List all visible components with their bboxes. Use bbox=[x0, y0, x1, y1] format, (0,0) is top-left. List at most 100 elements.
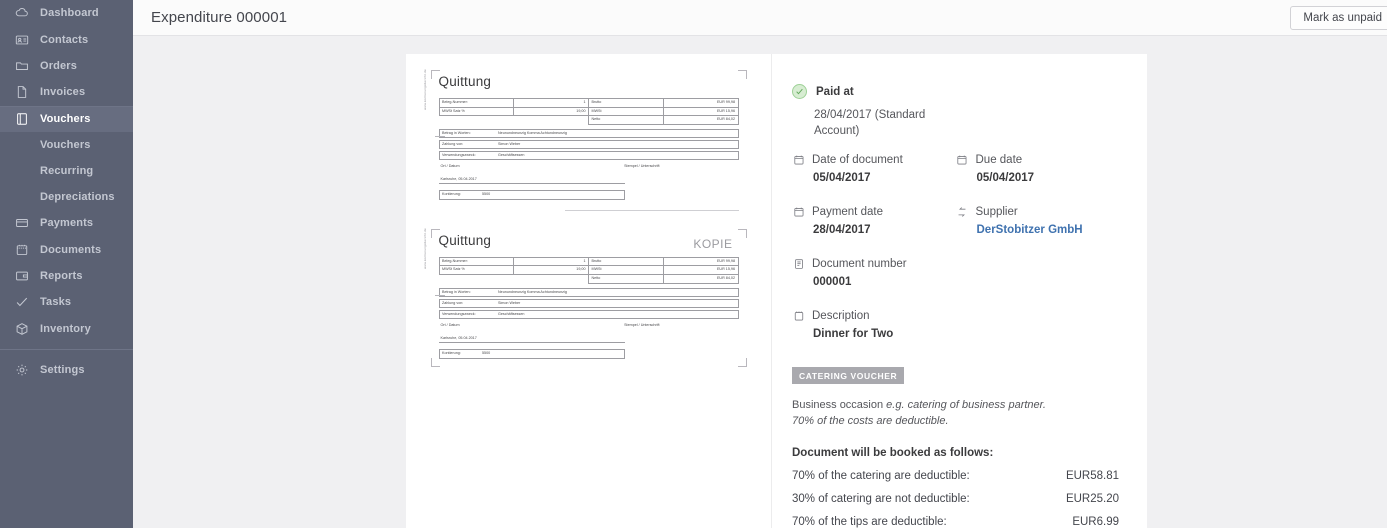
brutto-label: Brutto bbox=[589, 257, 664, 266]
receipt-copy: www.kontierungsbericht.de Quittung KOPIE… bbox=[439, 233, 739, 359]
sidebar-item-label: Reports bbox=[40, 270, 83, 282]
note-icon bbox=[792, 309, 805, 322]
receipt-kontierung-row: Kontierung:5500 bbox=[439, 349, 625, 359]
booking-row: 70% of the tips are deductible: EUR6.99 bbox=[792, 516, 1119, 528]
booking-row: 30% of catering are not deductible: EUR2… bbox=[792, 493, 1119, 505]
mark-as-unpaid-button[interactable]: Mark as unpaid bbox=[1290, 6, 1387, 30]
receipt-amount-table: Beleg-Nummer: 1 Brutto EUR 99,98 MWSt Sa… bbox=[439, 257, 739, 284]
field-value: 000001 bbox=[813, 276, 956, 288]
field-label: Supplier bbox=[976, 206, 1018, 218]
check-icon bbox=[14, 295, 29, 310]
mwst-satz-value: 19,00 bbox=[514, 107, 589, 116]
sidebar-item-settings[interactable]: Settings bbox=[0, 357, 133, 383]
sidebar-subitem-recurring[interactable]: Recurring bbox=[0, 158, 133, 184]
sidebar-item-label: Inventory bbox=[40, 323, 91, 335]
betrag-label: Betrag in Worten: bbox=[442, 132, 498, 136]
sidebar-item-label: Settings bbox=[40, 364, 85, 376]
receipt-footer-labels: Ort / Datum Stempel / Unterschrift bbox=[439, 164, 739, 168]
page-title: Expenditure 000001 bbox=[151, 9, 287, 26]
field-value: 28/04/2017 bbox=[813, 224, 956, 236]
receipt-amount-table: Beleg-Nummer: 1 Brutto EUR 99,98 MWSt Sa… bbox=[439, 98, 739, 125]
sidebar-subitem-vouchers[interactable]: Vouchers bbox=[0, 132, 133, 158]
sidebar-subitem-depreciations[interactable]: Depreciations bbox=[0, 184, 133, 210]
sidebar-item-invoices[interactable]: Invoices bbox=[0, 79, 133, 105]
field-header: Date of document bbox=[792, 153, 956, 166]
zahlung-value: Simon Weber bbox=[498, 142, 520, 146]
brutto-label: Brutto bbox=[589, 99, 664, 108]
cloud-icon bbox=[14, 6, 29, 21]
booking-amount: EUR25.20 bbox=[1066, 493, 1119, 505]
field-label: Date of document bbox=[812, 154, 903, 166]
receipt-margin-rule bbox=[435, 136, 445, 137]
ort-datum-label: Ort / Datum bbox=[441, 164, 460, 168]
sidebar-item-orders[interactable]: Orders bbox=[0, 53, 133, 79]
calendar-icon bbox=[792, 205, 805, 218]
mwst-satz-label: MWSt Satz % bbox=[439, 107, 514, 116]
netto-label: Netto bbox=[589, 116, 664, 125]
sidebar-item-vouchers[interactable]: Vouchers bbox=[0, 106, 133, 132]
mwst-label: MWSt bbox=[589, 266, 664, 275]
field-header: Payment date bbox=[792, 205, 956, 218]
booking-amount: EUR58.81 bbox=[1066, 470, 1119, 482]
field-supplier: Supplier DerStobitzer GmbH bbox=[956, 205, 1120, 236]
sidebar-item-contacts[interactable]: Contacts bbox=[0, 26, 133, 52]
table-row: Beleg-Nummer: 1 Brutto EUR 99,98 bbox=[439, 99, 738, 108]
booking-amount: EUR6.99 bbox=[1072, 516, 1119, 528]
beleg-label: Beleg-Nummer: bbox=[439, 99, 514, 108]
sidebar-item-payments[interactable]: Payments bbox=[0, 210, 133, 236]
field-value: 05/04/2017 bbox=[977, 172, 1120, 184]
payment-status-value: 28/04/2017 (Standard Account) bbox=[814, 108, 934, 139]
mwst-value: EUR 15,96 bbox=[663, 107, 738, 116]
gear-icon bbox=[14, 363, 29, 378]
list-icon bbox=[792, 257, 805, 270]
sidebar-item-inventory[interactable]: Inventory bbox=[0, 316, 133, 342]
booking-row: 70% of the catering are deductible: EUR5… bbox=[792, 470, 1119, 482]
betrag-value: Neunundneunzig Komma Achtundneunzig bbox=[498, 290, 567, 294]
booking-title: Document will be booked as follows: bbox=[792, 447, 1119, 459]
app-root: Dashboard Contacts Orders bbox=[0, 0, 1387, 528]
sidebar-item-dashboard[interactable]: Dashboard bbox=[0, 0, 133, 26]
sidebar-subitem-label: Recurring bbox=[40, 165, 93, 177]
topbar-actions: Mark as unpaid bbox=[1290, 6, 1387, 30]
table-row: MWSt Satz % 19,00 MWSt EUR 15,96 bbox=[439, 107, 738, 116]
table-row: Netto EUR 84,02 bbox=[439, 116, 738, 125]
receipt-watermark: www.kontierungsbericht.de bbox=[423, 50, 427, 110]
receipt-watermark: www.kontierungsbericht.de bbox=[423, 209, 427, 269]
receipt-betrag-row: Betrag in Worten:Neunundneunzig Komma Ac… bbox=[439, 288, 739, 298]
field-value: Dinner for Two bbox=[813, 328, 956, 340]
field-header: Supplier bbox=[956, 205, 1120, 218]
receipt-bottom-rule bbox=[565, 210, 739, 211]
crop-mark-icon bbox=[738, 358, 747, 367]
receipt-zahlung-row: Zahlung von:Simon Weber bbox=[439, 299, 739, 309]
crop-mark-icon bbox=[431, 70, 440, 79]
sidebar-item-documents[interactable]: Documents bbox=[0, 236, 133, 262]
voucher-detail-card: www.kontierungsbericht.de Quittung Beleg… bbox=[406, 54, 1147, 528]
field-label: Document number bbox=[812, 258, 907, 270]
mwst-satz-value: 19,00 bbox=[514, 266, 589, 275]
receipt-copy-mark: KOPIE bbox=[693, 237, 732, 251]
sidebar: Dashboard Contacts Orders bbox=[0, 0, 133, 528]
crop-mark-icon bbox=[738, 70, 747, 79]
crop-mark-icon bbox=[431, 229, 440, 238]
table-row: Netto EUR 84,02 bbox=[439, 274, 738, 283]
zahlung-label: Zahlung von: bbox=[442, 143, 498, 147]
field-label: Description bbox=[812, 310, 870, 322]
beleg-value: 1 bbox=[514, 99, 589, 108]
status-badge: Paid at bbox=[816, 86, 854, 98]
beleg-label: Beleg-Nummer: bbox=[439, 257, 514, 266]
wallet-icon bbox=[14, 268, 29, 283]
stempel-label: Stempel / Unterschrift bbox=[624, 164, 659, 168]
zweck-value: Geschäftsessen bbox=[498, 153, 524, 157]
field-label: Due date bbox=[976, 154, 1023, 166]
zweck-label: Verwendungszweck: bbox=[442, 154, 498, 158]
stempel-label: Stempel / Unterschrift bbox=[624, 323, 659, 327]
supplier-icon bbox=[956, 205, 969, 218]
sidebar-subitem-label: Depreciations bbox=[40, 191, 115, 203]
voucher-icon bbox=[14, 112, 29, 127]
sidebar-item-tasks[interactable]: Tasks bbox=[0, 289, 133, 315]
check-circle-icon bbox=[792, 84, 807, 99]
receipt-zweck-row: Verwendungszweck:Geschäftsessen bbox=[439, 151, 739, 161]
field-header: Description bbox=[792, 309, 956, 322]
sidebar-item-reports[interactable]: Reports bbox=[0, 263, 133, 289]
supplier-link[interactable]: DerStobitzer GmbH bbox=[977, 224, 1120, 236]
